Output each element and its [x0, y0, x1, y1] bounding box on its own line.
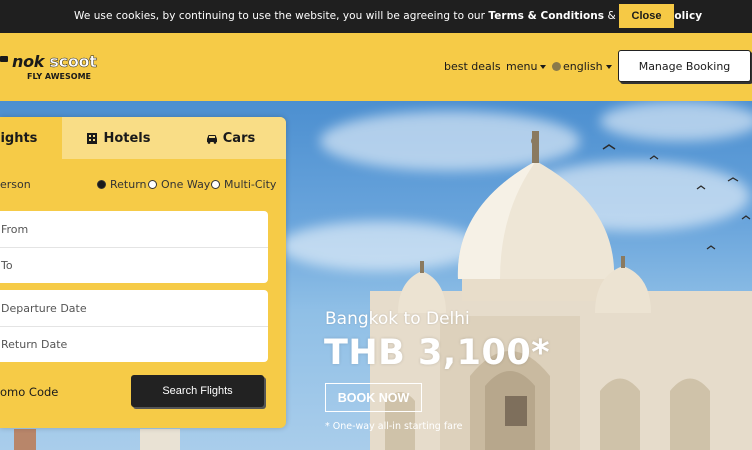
promo-code-link[interactable]: omo Code	[0, 385, 58, 399]
cookie-banner: We use cookies, by continuing to use the…	[0, 0, 752, 33]
radio-multi-city-label: Multi-City	[224, 178, 277, 191]
promo-price: THB 3,100*	[324, 333, 551, 373]
search-tabs: lights Hotels Cars	[0, 117, 286, 159]
radio-selected-icon	[97, 180, 106, 189]
flight-search-panel: lights Hotels Cars erson Return One Way …	[0, 117, 286, 428]
site-header: nok scoot FLY AWESOME best deals menu en…	[0, 33, 752, 101]
promo-fare-note: * One-way all-in starting fare	[325, 421, 463, 432]
manage-booking-button[interactable]: Manage Booking	[618, 50, 751, 82]
nav-menu[interactable]: menu	[506, 60, 547, 73]
tab-hotels-label: Hotels	[103, 130, 151, 146]
chevron-down-icon	[605, 65, 612, 69]
radio-return[interactable]: Return	[97, 178, 147, 191]
date-fields: Departure Date Return Date	[0, 290, 268, 362]
to-field[interactable]: To	[0, 247, 268, 283]
tab-flights-label: lights	[0, 130, 38, 146]
logo-wordmark: nok scoot	[12, 52, 97, 72]
radio-unselected-icon	[148, 180, 157, 189]
tab-flights[interactable]: lights	[0, 117, 62, 159]
logo-mark-icon	[0, 56, 8, 62]
route-fields: From To	[0, 211, 268, 283]
radio-one-way-label: One Way	[161, 178, 211, 191]
logo[interactable]: nok scoot FLY AWESOME	[0, 52, 110, 88]
radio-multi-city[interactable]: Multi-City	[211, 178, 276, 191]
radio-one-way[interactable]: One Way	[148, 178, 210, 191]
person-selector[interactable]: erson	[0, 178, 31, 191]
from-field[interactable]: From	[0, 211, 268, 247]
tab-hotels[interactable]: Hotels	[62, 117, 175, 159]
promo-route: Bangkok to Delhi	[325, 309, 470, 329]
logo-text-scoot: scoot	[49, 52, 97, 72]
departure-date-field[interactable]: Departure Date	[0, 290, 268, 326]
cookie-and: &	[604, 10, 620, 22]
car-icon	[206, 134, 217, 144]
logo-tagline: FLY AWESOME	[27, 72, 92, 81]
hotel-icon	[87, 132, 98, 144]
radio-return-label: Return	[110, 178, 147, 191]
nav-language-label: english	[563, 60, 603, 73]
radio-unselected-icon	[211, 180, 220, 189]
nav-best-deals[interactable]: best deals	[444, 60, 501, 73]
cookie-close-button[interactable]: Close	[619, 4, 674, 28]
logo-text-nok: nok	[12, 52, 45, 71]
search-flights-button[interactable]: Search Flights	[131, 375, 264, 407]
cookie-text: We use cookies, by continuing to use the…	[74, 10, 489, 22]
return-date-field[interactable]: Return Date	[0, 326, 268, 362]
tab-cars-label: Cars	[222, 130, 256, 146]
tab-cars[interactable]: Cars	[175, 117, 286, 159]
terms-link[interactable]: Terms & Conditions	[488, 10, 604, 22]
globe-icon	[552, 62, 561, 71]
book-now-button[interactable]: BOOK NOW	[325, 383, 422, 412]
nav-menu-label: menu	[506, 60, 538, 73]
chevron-down-icon	[540, 65, 547, 69]
cookie-message: We use cookies, by continuing to use the…	[74, 10, 702, 22]
nav-language[interactable]: english	[552, 60, 612, 73]
